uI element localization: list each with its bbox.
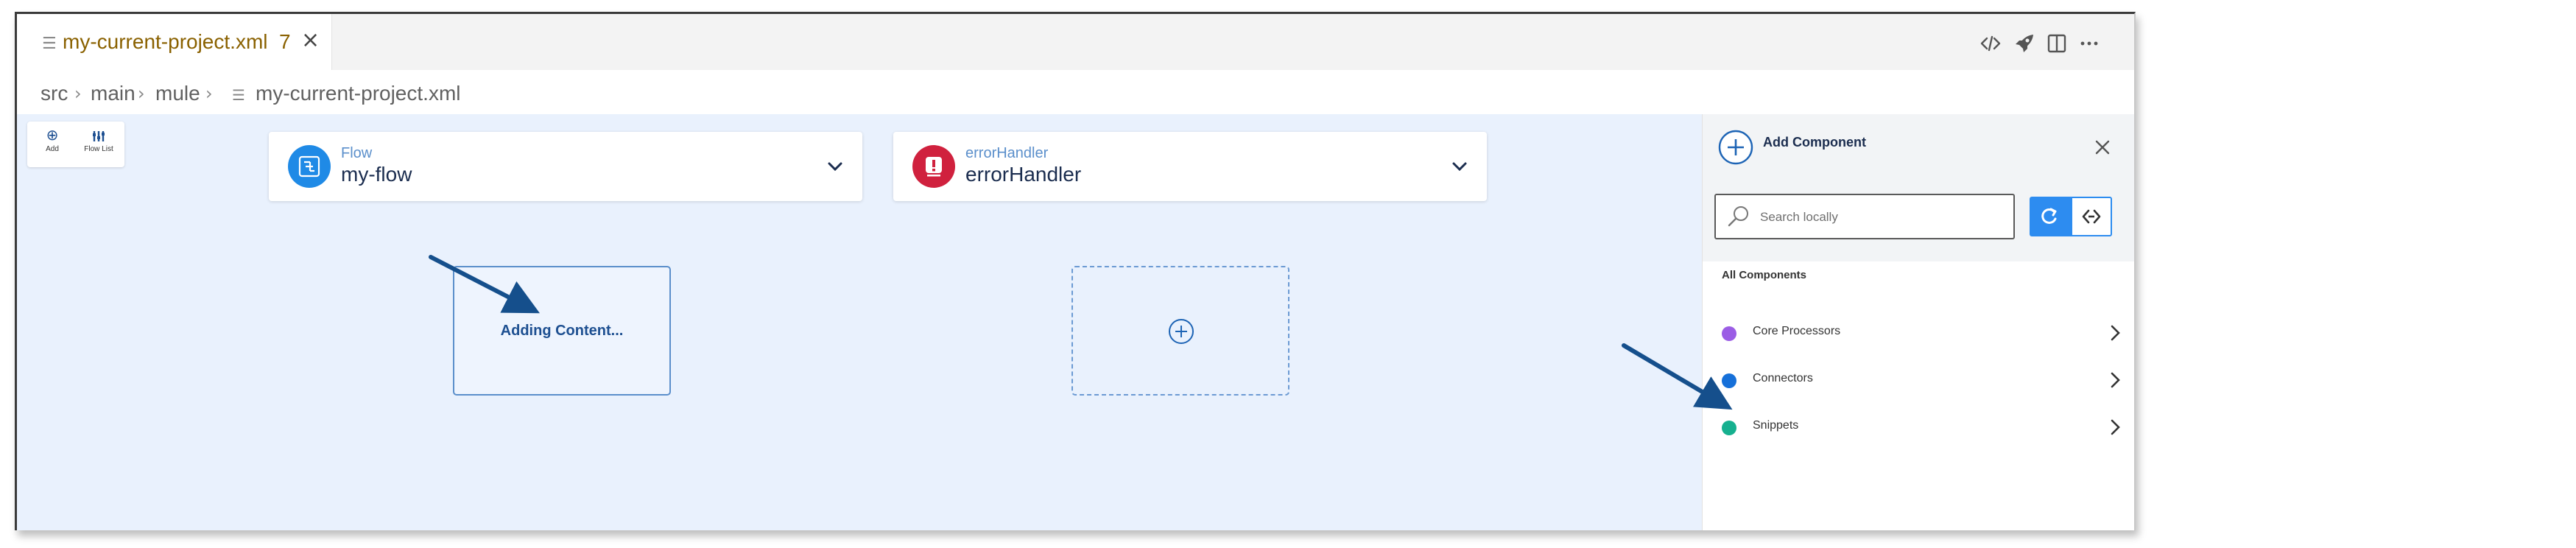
annotation-arrows — [429, 255, 1733, 410]
editor-window: ☰ my-current-project.xml 7 × src › main … — [15, 12, 2136, 530]
annotation-arrow-snippets — [1622, 343, 1733, 410]
annotation-arrow-adding — [429, 255, 541, 314]
